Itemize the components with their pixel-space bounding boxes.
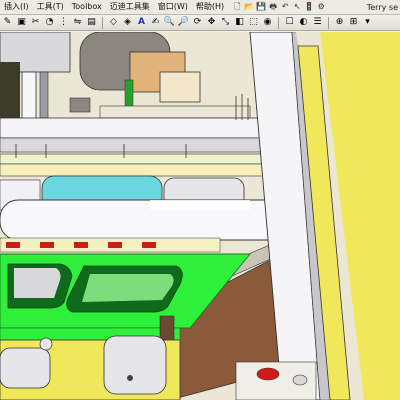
zoom-to-fit-icon[interactable]: 🔍: [164, 17, 175, 28]
display-icon[interactable]: ◈: [122, 17, 133, 28]
view-orientation-icon[interactable]: ⬚: [248, 17, 259, 28]
menu-window[interactable]: 窗口(W): [154, 0, 192, 14]
guide-rail: [0, 117, 301, 139]
toolbar-separator: [328, 16, 329, 29]
zoom-area-icon[interactable]: 🔎: [178, 17, 189, 28]
command-toolbar: ✎ ▣ ✂ ◔ ⋮ ⇋ ▤ ◇ ◈ A ✍ 🔍 🔎 ⟳ ✥ ⤡ ◧ ⬚ ◉ ☐ …: [0, 15, 400, 31]
section-view-icon[interactable]: ◧: [234, 17, 245, 28]
hide-show-icon[interactable]: ☐: [284, 17, 295, 28]
cad-viewport[interactable]: [0, 32, 400, 400]
menu-toolbox[interactable]: Toolbox: [68, 0, 106, 14]
red-start-button: [256, 367, 280, 381]
save-icon[interactable]: 💾: [256, 2, 266, 12]
measure-icon[interactable]: ⤡: [220, 17, 231, 28]
view-settings-icon[interactable]: ⊕: [334, 17, 345, 28]
note-icon[interactable]: ✍: [150, 17, 161, 28]
cut-icon[interactable]: ✂: [30, 17, 41, 28]
appearance-icon[interactable]: ◐: [298, 17, 309, 28]
text-icon[interactable]: A: [136, 17, 147, 28]
menu-help[interactable]: 帮助(H): [192, 0, 228, 14]
select-icon[interactable]: ↖: [292, 2, 302, 12]
print-icon[interactable]: 🖶: [268, 2, 278, 12]
sketch-icon[interactable]: ✎: [2, 17, 13, 28]
dropdown-icon[interactable]: ▾: [362, 17, 373, 28]
menu-tools[interactable]: 工具(T): [33, 0, 68, 14]
assembly-model: [0, 32, 400, 400]
toolbar-separator: [102, 16, 103, 29]
menu-insert[interactable]: 插入(I): [0, 0, 33, 14]
rotate-view-icon[interactable]: ⟳: [192, 17, 203, 28]
extrude-icon[interactable]: ▣: [16, 17, 27, 28]
pattern-icon[interactable]: ⋮: [58, 17, 69, 28]
pan-icon[interactable]: ✥: [206, 17, 217, 28]
rib-icon[interactable]: ▤: [86, 17, 97, 28]
new-file-icon[interactable]: 🗋: [232, 2, 242, 12]
fillet-icon[interactable]: ◔: [44, 17, 55, 28]
options-icon[interactable]: ⚙: [316, 2, 326, 12]
scene-icon[interactable]: ☰: [312, 17, 323, 28]
quick-access-toolbar: 🗋 📂 💾 🖶 ↶ ↖ 🚦 ⚙: [232, 2, 326, 12]
undo-icon[interactable]: ↶: [280, 2, 290, 12]
rebuild-icon[interactable]: 🚦: [304, 2, 314, 12]
menu-bar: 插入(I) 工具(T) Toolbox 迈迪工具集 窗口(W) 帮助(H) 🗋 …: [0, 0, 400, 15]
smart-dimension-icon[interactable]: ◇: [108, 17, 119, 28]
bottom-cylinder-left: [0, 347, 51, 389]
grid-icon[interactable]: ⊞: [348, 17, 359, 28]
mirror-icon[interactable]: ⇋: [72, 17, 83, 28]
menu-maidi-tools[interactable]: 迈迪工具集: [106, 0, 154, 14]
open-file-icon[interactable]: 📂: [244, 2, 254, 12]
bottom-cylinder-right: [103, 335, 167, 395]
toolbar-separator: [278, 16, 279, 29]
user-label: Terry se: [366, 2, 398, 12]
display-style-icon[interactable]: ◉: [262, 17, 273, 28]
